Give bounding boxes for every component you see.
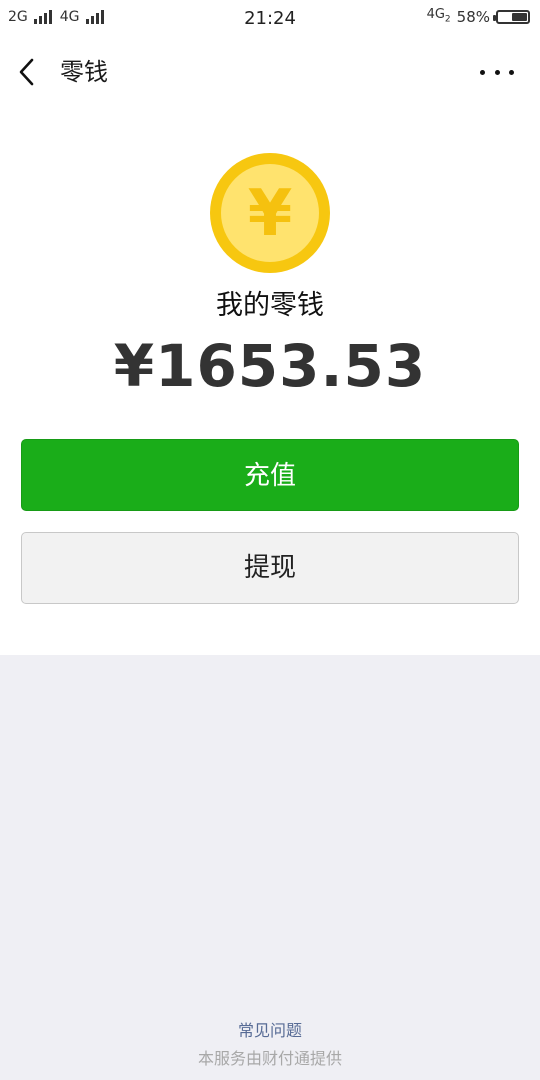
battery-percent: 58% bbox=[456, 8, 490, 27]
chevron-left-icon bbox=[19, 58, 34, 86]
withdraw-button[interactable]: 提现 bbox=[21, 532, 519, 604]
more-options-button[interactable] bbox=[480, 60, 514, 84]
provider-note: 本服务由财付通提供 bbox=[197, 1049, 342, 1068]
battery-icon bbox=[493, 10, 530, 25]
status-bar-indicators: 4G2 58% bbox=[427, 8, 530, 27]
more-dots-icon bbox=[494, 69, 500, 75]
nav-bar: 零钱 bbox=[0, 36, 540, 108]
status-bar: 2G 4G 21:24 4G2 58% bbox=[0, 0, 540, 36]
page-title: 零钱 bbox=[60, 58, 108, 86]
battery-level bbox=[512, 13, 527, 22]
yuan-coin-icon: ¥ bbox=[210, 153, 330, 273]
back-button[interactable] bbox=[14, 56, 44, 88]
more-dots-icon bbox=[509, 69, 514, 75]
recharge-button[interactable]: 充值 bbox=[21, 439, 519, 511]
faq-link[interactable]: 常见问题 bbox=[0, 1017, 540, 1041]
yuan-symbol: ¥ bbox=[248, 177, 293, 251]
balance-label: 我的零钱 bbox=[216, 290, 324, 321]
data-network-icon: 4G2 bbox=[427, 8, 451, 27]
data-network-label: 4G bbox=[426, 7, 445, 22]
data-network-sub: 2 bbox=[444, 14, 451, 25]
more-dots-icon bbox=[480, 69, 485, 75]
balance-amount: ¥1653.53 bbox=[113, 332, 427, 400]
